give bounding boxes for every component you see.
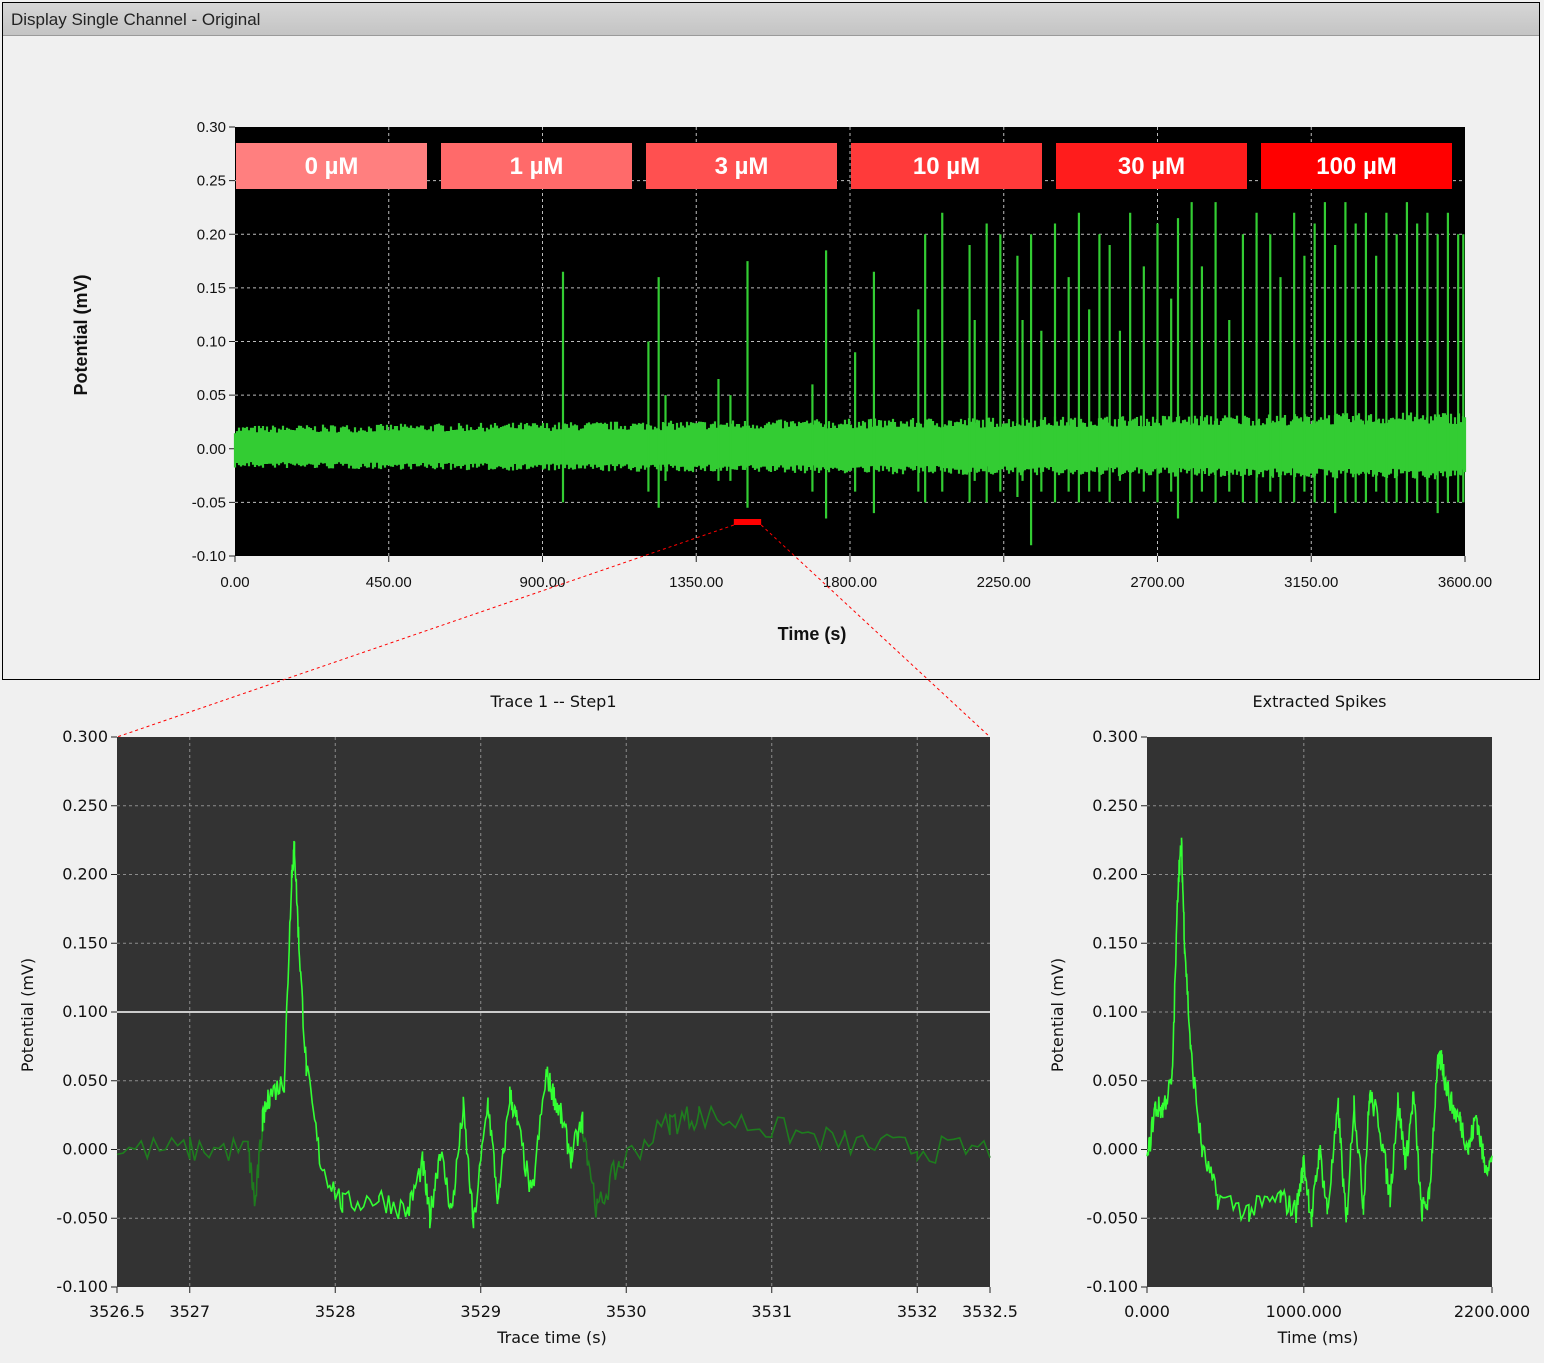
- top-y-tick-label: 0.20: [197, 226, 226, 243]
- trace-x-tick-label: 3532.5: [962, 1302, 1018, 1321]
- top-x-tick-label: 0.00: [220, 574, 249, 591]
- trace-x-tick-label: 3531: [751, 1302, 792, 1321]
- spikes-y-tick-label: 0.150: [1092, 933, 1138, 952]
- trace-x-tick-label: 3530: [606, 1302, 647, 1321]
- trace-y-tick-label: 0.100: [62, 1002, 108, 1021]
- top-y-tick-label: 0.15: [197, 280, 226, 297]
- spikes-x-axis-title: Time (ms): [1277, 1328, 1359, 1347]
- top-x-tick-label: 1350.00: [669, 574, 723, 591]
- top-y-tick-label: -0.10: [192, 548, 226, 565]
- trace-x-tick-label: 3528: [315, 1302, 356, 1321]
- spikes-y-tick-label: 0.100: [1092, 1002, 1138, 1021]
- trace-y-tick-label: 0.150: [62, 933, 108, 952]
- top-y-tick-label: 0.25: [197, 173, 226, 190]
- spikes-x-tick-label: 1000.000: [1266, 1302, 1342, 1321]
- trace-x-tick-label: 3526.5: [89, 1302, 145, 1321]
- top-x-axis-title: Time (s): [778, 624, 847, 644]
- spikes-x-tick-label: 2200.000: [1454, 1302, 1530, 1321]
- concentration-label: 30 µM: [1118, 153, 1185, 180]
- trace-y-tick-label: 0.050: [62, 1071, 108, 1090]
- top-x-tick-label: 3150.00: [1284, 574, 1338, 591]
- trace-y-tick-label: -0.050: [56, 1208, 108, 1227]
- top-x-tick-label: 450.00: [366, 574, 412, 591]
- top-x-tick-label: 3600.00: [1438, 574, 1492, 591]
- charts-canvas: -0.10 -0.05 0.00 0.05 0.10 0.15 0.20 0.25 0.30 0.…: [18, 119, 1530, 1347]
- concentration-label: 3 µM: [715, 153, 769, 180]
- top-y-axis-title: Potential (mV): [71, 274, 91, 395]
- top-x-tick-label: 900.00: [520, 574, 566, 591]
- top-y-tick-label: 0.00: [197, 441, 226, 458]
- spikes-y-tick-label: -0.100: [1086, 1277, 1138, 1296]
- spikes-y-tick-label: -0.050: [1086, 1208, 1138, 1227]
- spikes-y-tick-label: 0.050: [1092, 1071, 1138, 1090]
- concentration-label: 1 µM: [510, 153, 564, 180]
- top-y-tick-label: 0.05: [197, 387, 226, 404]
- spikes-y-tick-label: 0.300: [1092, 727, 1138, 746]
- trace-y-tick-label: 0.000: [62, 1140, 108, 1159]
- spikes-y-tick-label: 0.000: [1092, 1140, 1138, 1159]
- spikes-y-tick-label: 0.250: [1092, 796, 1138, 815]
- trace-x-axis-title: Trace time (s): [496, 1328, 607, 1347]
- trace-y-axis-title: Potential (mV): [18, 958, 37, 1072]
- trace-x-tick-label: 3532: [897, 1302, 938, 1321]
- trace-y-tick-label: -0.100: [56, 1277, 108, 1296]
- top-y-tick-label: 0.10: [197, 334, 226, 351]
- spikes-y-tick-label: 0.200: [1092, 865, 1138, 884]
- trace-y-tick-label: 0.300: [62, 727, 108, 746]
- spikes-y-axis-title: Potential (mV): [1048, 958, 1067, 1072]
- top-y-tick-label: 0.30: [197, 119, 226, 136]
- trace-x-tick-label: 3529: [460, 1302, 501, 1321]
- top-y-tick-label: -0.05: [192, 494, 226, 511]
- concentration-label: 0 µM: [305, 153, 359, 180]
- spikes-title: Extracted Spikes: [1252, 692, 1386, 711]
- spikes-plot-area: [1147, 737, 1492, 1287]
- trace-title: Trace 1 -- Step1: [489, 692, 616, 711]
- trace-y-tick-label: 0.250: [62, 796, 108, 815]
- concentration-label: 10 µM: [913, 153, 980, 180]
- top-x-tick-label: 2700.00: [1130, 574, 1184, 591]
- top-x-tick-label: 1800.00: [823, 574, 877, 591]
- trace-x-tick-label: 3527: [169, 1302, 210, 1321]
- top-x-tick-label: 2250.00: [977, 574, 1031, 591]
- zoom-range-marker: [733, 519, 762, 525]
- concentration-label: 100 µM: [1316, 153, 1397, 180]
- trace-y-tick-label: 0.200: [62, 865, 108, 884]
- spikes-x-tick-label: 0.000: [1124, 1302, 1170, 1321]
